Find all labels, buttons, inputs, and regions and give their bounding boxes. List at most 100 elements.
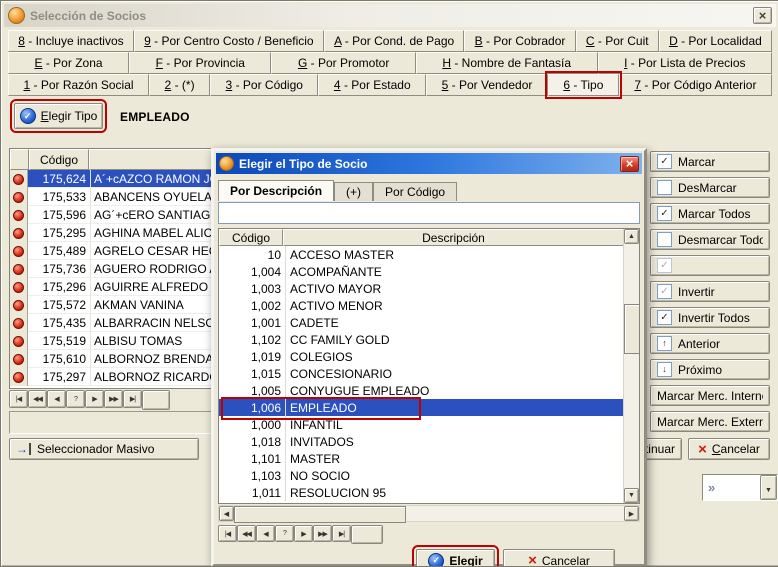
filter-tab[interactable]: 8 - Incluye inactivos <box>8 30 134 52</box>
scroll-down-button[interactable] <box>624 488 639 503</box>
tipo-descripcion: MASTER <box>286 450 624 467</box>
filter-tab[interactable]: C - Por Cuit <box>576 30 659 52</box>
elegir-tipo-button[interactable]: Elegir Tipo <box>14 103 103 129</box>
cancelar-button[interactable]: Cancelar <box>688 438 770 460</box>
dialog-tab-label: Por Descripción <box>230 184 322 198</box>
scrollbar-thumb[interactable] <box>624 304 640 354</box>
nav-button[interactable]: ▶| <box>123 390 142 408</box>
nav-button[interactable]: ▶▶ <box>104 390 123 408</box>
tipo-row[interactable]: 1,015 CONCESIONARIO <box>219 365 624 382</box>
nav-button[interactable]: ◀ <box>47 390 66 408</box>
record-dot-icon <box>10 296 28 314</box>
nav-button[interactable]: ▶ <box>85 390 104 408</box>
mark-button[interactable]: Anterior <box>650 333 770 354</box>
mark-button-label: DesMarcar <box>678 181 737 195</box>
tipo-row[interactable]: 1,011 RESOLUCION 95 <box>219 484 624 501</box>
filter-tab[interactable]: G - Por Promotor <box>271 52 415 74</box>
mark-button[interactable]: Desmarcar Todos <box>650 229 770 250</box>
close-icon <box>626 156 634 171</box>
filter-tab[interactable]: 2 - (*) <box>149 74 210 96</box>
filter-tab[interactable]: 7 - Por Código Anterior <box>619 74 772 96</box>
hscrollbar-thumb[interactable] <box>234 506 406 523</box>
filter-tab[interactable]: I - Por Lista de Precios <box>598 52 772 74</box>
filter-tab[interactable]: 3 - Por Código <box>210 74 318 96</box>
nav-button[interactable]: ? <box>275 525 294 542</box>
tipo-row[interactable]: 1,006 EMPLEADO <box>219 399 624 416</box>
dropdown-button[interactable] <box>760 475 777 500</box>
filter-tab[interactable]: H - Nombre de Fantasía <box>416 52 598 74</box>
horizontal-scrollbar[interactable] <box>218 505 640 522</box>
dialog-tab[interactable]: Por Código <box>373 182 457 201</box>
filter-tab[interactable]: 6 - Tipo <box>548 74 619 96</box>
tipo-row[interactable]: 1,103 NO SOCIO <box>219 467 624 484</box>
codigo-column-header[interactable]: Código <box>29 149 89 170</box>
mark-button[interactable]: Marcar Merc. Interno <box>650 385 770 406</box>
filter-tab[interactable]: 4 - Por Estado <box>318 74 426 96</box>
tipo-row[interactable]: 1,102 CC FAMILY GOLD <box>219 331 624 348</box>
dialog-cancelar-button[interactable]: Cancelar <box>503 549 615 567</box>
filter-tab[interactable]: B - Por Cobrador <box>464 30 575 52</box>
filter-tab[interactable]: D - Por Localidad <box>659 30 772 52</box>
tipo-row[interactable]: 1,004 ACOMPAÑANTE <box>219 263 624 280</box>
elegir-button[interactable]: Elegir <box>416 549 495 567</box>
nav-button[interactable]: ▶ <box>294 525 313 542</box>
vertical-scrollbar[interactable] <box>623 229 639 503</box>
tipo-row[interactable]: 1,101 MASTER <box>219 450 624 467</box>
tipo-row[interactable]: 1,019 COLEGIOS <box>219 348 624 365</box>
nav-button[interactable]: ◀◀ <box>237 525 256 542</box>
dialog-close-button[interactable] <box>620 156 639 172</box>
descripcion-column-header[interactable]: Descripción <box>283 229 624 246</box>
scroll-left-button[interactable] <box>219 506 234 521</box>
mark-button[interactable]: Invertir Todos <box>650 307 770 328</box>
mark-button[interactable]: DesMarcar <box>650 177 770 198</box>
mark-button[interactable]: Próximo <box>650 359 770 380</box>
nav-button[interactable]: ▶| <box>332 525 351 542</box>
dialog-tab[interactable]: (+) <box>334 182 373 201</box>
bottom-dropdown[interactable] <box>702 474 778 501</box>
nav-button[interactable]: ◀ <box>256 525 275 542</box>
tipo-row[interactable]: 1,005 CONYUGUE EMPLEADO <box>219 382 624 399</box>
tipos-rows: 10 ACCESO MASTER 1,004 ACOMPAÑANTE 1,003… <box>219 246 624 501</box>
member-codigo: 175,297 <box>28 368 91 386</box>
scroll-up-button[interactable] <box>624 229 639 244</box>
member-codigo: 175,296 <box>28 278 91 296</box>
chevrons-right-icon <box>708 480 715 495</box>
filter-tab-label: A - Por Cond. de Pago <box>334 34 454 48</box>
mark-button[interactable]: Marcar Merc. Externo <box>650 411 770 432</box>
member-codigo: 175,572 <box>28 296 91 314</box>
scroll-right-button[interactable] <box>624 506 639 521</box>
tipo-descripcion: COLEGIOS <box>286 348 624 365</box>
tipo-row[interactable]: 1,002 ACTIVO MENOR <box>219 297 624 314</box>
nav-button[interactable]: ◀◀ <box>28 390 47 408</box>
tipo-row[interactable]: 1,018 INVITADOS <box>219 433 624 450</box>
filter-tab[interactable]: 1 - Por Razón Social <box>8 74 149 96</box>
selected-tipo-value: EMPLEADO <box>120 110 190 124</box>
filter-tab[interactable]: 5 - Por Vendedor <box>426 74 548 96</box>
nav-button[interactable]: |◀ <box>9 390 28 408</box>
filter-tab[interactable]: A - Por Cond. de Pago <box>324 30 465 52</box>
tipo-row[interactable]: 1,000 INFANTIL <box>219 416 624 433</box>
filter-tab[interactable]: E - Por Zona <box>8 52 129 74</box>
member-codigo: 175,736 <box>28 260 91 278</box>
tipo-row[interactable]: 1,001 CADETE <box>219 314 624 331</box>
mark-button[interactable]: Invertir <box>650 281 770 302</box>
main-close-button[interactable] <box>753 7 772 24</box>
mark-button-label: Invertir <box>678 285 715 299</box>
descripcion-filter-input[interactable] <box>218 202 640 224</box>
filter-tab[interactable]: 9 - Por Centro Costo / Beneficio <box>134 30 324 52</box>
hscrollbar-track[interactable] <box>234 506 624 521</box>
dialog-content: Por Descripción (+)Por Código Código Desc… <box>214 176 644 564</box>
mark-button[interactable] <box>650 255 770 276</box>
codigo-column-header[interactable]: Código <box>219 229 283 246</box>
filter-tab[interactable]: F - Por Provincia <box>129 52 271 74</box>
mark-button[interactable]: Marcar <box>650 151 770 172</box>
seleccionador-masivo-button[interactable]: Seleccionador Masivo <box>9 438 199 460</box>
tipo-row[interactable]: 10 ACCESO MASTER <box>219 246 624 263</box>
mark-button[interactable]: Marcar Todos <box>650 203 770 224</box>
tipo-row[interactable]: 1,003 ACTIVO MAYOR <box>219 280 624 297</box>
nav-button[interactable]: |◀ <box>218 525 237 542</box>
nav-button[interactable]: ▶▶ <box>313 525 332 542</box>
dialog-tab[interactable]: Por Descripción <box>218 180 334 201</box>
nav-button[interactable]: ? <box>66 390 85 408</box>
scrollbar-track[interactable] <box>624 244 639 488</box>
